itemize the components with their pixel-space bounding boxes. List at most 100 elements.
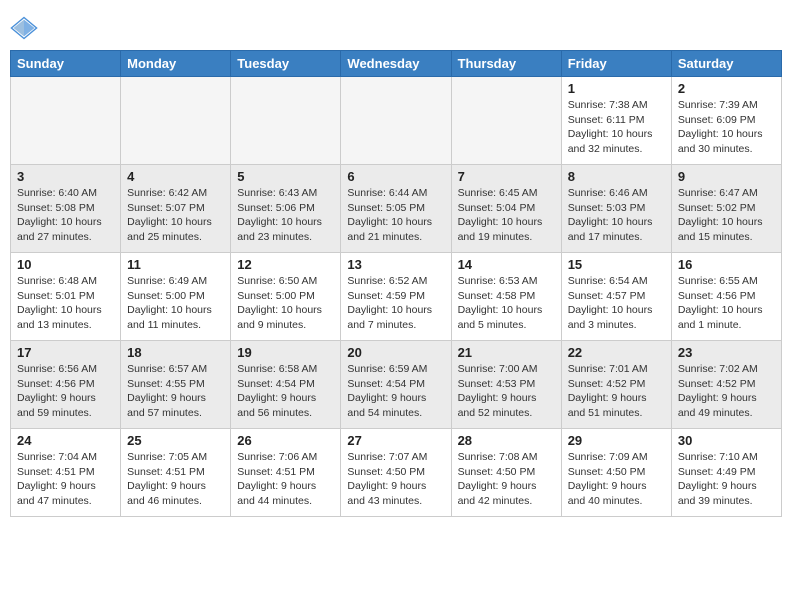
calendar-cell: 26 Sunrise: 7:06 AM Sunset: 4:51 PM Dayli…	[231, 429, 341, 517]
weekday-header-monday: Monday	[121, 51, 231, 77]
calendar-cell: 18Sunrise: 6:57 AM Sunset: 4:55 PM Dayli…	[121, 341, 231, 429]
calendar-cell: 24 Sunrise: 7:04 AM Sunset: 4:51 PM Dayli…	[11, 429, 121, 517]
calendar-cell: 15 Sunrise: 6:54 AM Sunset: 4:57 PM Dayli…	[561, 253, 671, 341]
logo	[10, 14, 42, 42]
calendar-table: SundayMondayTuesdayWednesdayThursdayFrid…	[10, 50, 782, 517]
day-number: 19	[237, 345, 334, 360]
calendar-cell: 13Sunrise: 6:52 AM Sunset: 4:59 PM Dayli…	[341, 253, 451, 341]
day-number: 18	[127, 345, 224, 360]
weekday-header-wednesday: Wednesday	[341, 51, 451, 77]
day-info: Sunrise: 6:44 AM Sunset: 5:05 PM Dayligh…	[347, 186, 444, 245]
day-number: 22	[568, 345, 665, 360]
calendar-cell: 19 Sunrise: 6:58 AM Sunset: 4:54 PM Dayli…	[231, 341, 341, 429]
day-number: 3	[17, 169, 114, 184]
day-info: Sunrise: 7:10 AM Sunset: 4:49 PM Dayligh…	[678, 450, 775, 509]
day-number: 5	[237, 169, 334, 184]
calendar-cell: 25Sunrise: 7:05 AM Sunset: 4:51 PM Dayli…	[121, 429, 231, 517]
day-number: 10	[17, 257, 114, 272]
calendar-cell: 23 Sunrise: 7:02 AM Sunset: 4:52 PM Dayli…	[671, 341, 781, 429]
day-info: Sunrise: 6:55 AM Sunset: 4:56 PM Dayligh…	[678, 274, 775, 333]
day-number: 7	[458, 169, 555, 184]
calendar-cell: 7 Sunrise: 6:45 AM Sunset: 5:04 PM Daylig…	[451, 165, 561, 253]
day-number: 17	[17, 345, 114, 360]
day-info: Sunrise: 6:46 AM Sunset: 5:03 PM Dayligh…	[568, 186, 665, 245]
calendar-cell	[341, 77, 451, 165]
calendar-cell: 16 Sunrise: 6:55 AM Sunset: 4:56 PM Dayli…	[671, 253, 781, 341]
day-number: 28	[458, 433, 555, 448]
day-info: Sunrise: 6:49 AM Sunset: 5:00 PM Dayligh…	[127, 274, 224, 333]
calendar-cell: 30 Sunrise: 7:10 AM Sunset: 4:49 PM Dayli…	[671, 429, 781, 517]
day-info: Sunrise: 7:38 AM Sunset: 6:11 PM Dayligh…	[568, 98, 665, 157]
day-info: Sunrise: 6:50 AM Sunset: 5:00 PM Dayligh…	[237, 274, 334, 333]
day-number: 12	[237, 257, 334, 272]
calendar-cell: 8 Sunrise: 6:46 AM Sunset: 5:03 PM Daylig…	[561, 165, 671, 253]
day-info: Sunrise: 7:00 AM Sunset: 4:53 PM Dayligh…	[458, 362, 555, 421]
weekday-header-row: SundayMondayTuesdayWednesdayThursdayFrid…	[11, 51, 782, 77]
day-number: 16	[678, 257, 775, 272]
weekday-header-sunday: Sunday	[11, 51, 121, 77]
calendar-cell: 28Sunrise: 7:08 AM Sunset: 4:50 PM Dayli…	[451, 429, 561, 517]
logo-icon	[10, 14, 38, 42]
day-number: 24	[17, 433, 114, 448]
day-number: 20	[347, 345, 444, 360]
weekday-header-thursday: Thursday	[451, 51, 561, 77]
day-number: 21	[458, 345, 555, 360]
calendar-week-row: 1 Sunrise: 7:38 AM Sunset: 6:11 PM Daylig…	[11, 77, 782, 165]
calendar-cell	[451, 77, 561, 165]
calendar-cell: 14 Sunrise: 6:53 AM Sunset: 4:58 PM Dayli…	[451, 253, 561, 341]
page-header	[10, 10, 782, 42]
day-info: Sunrise: 7:05 AM Sunset: 4:51 PM Dayligh…	[127, 450, 224, 509]
day-info: Sunrise: 7:04 AM Sunset: 4:51 PM Dayligh…	[17, 450, 114, 509]
weekday-header-tuesday: Tuesday	[231, 51, 341, 77]
day-info: Sunrise: 7:01 AM Sunset: 4:52 PM Dayligh…	[568, 362, 665, 421]
day-info: Sunrise: 7:39 AM Sunset: 6:09 PM Dayligh…	[678, 98, 775, 157]
day-info: Sunrise: 6:48 AM Sunset: 5:01 PM Dayligh…	[17, 274, 114, 333]
calendar-cell: 3 Sunrise: 6:40 AM Sunset: 5:08 PM Daylig…	[11, 165, 121, 253]
day-info: Sunrise: 6:59 AM Sunset: 4:54 PM Dayligh…	[347, 362, 444, 421]
calendar-cell: 9Sunrise: 6:47 AM Sunset: 5:02 PM Daylig…	[671, 165, 781, 253]
day-number: 2	[678, 81, 775, 96]
day-info: Sunrise: 6:45 AM Sunset: 5:04 PM Dayligh…	[458, 186, 555, 245]
weekday-header-saturday: Saturday	[671, 51, 781, 77]
day-number: 26	[237, 433, 334, 448]
day-info: Sunrise: 7:09 AM Sunset: 4:50 PM Dayligh…	[568, 450, 665, 509]
day-number: 29	[568, 433, 665, 448]
day-info: Sunrise: 6:53 AM Sunset: 4:58 PM Dayligh…	[458, 274, 555, 333]
day-info: Sunrise: 6:40 AM Sunset: 5:08 PM Dayligh…	[17, 186, 114, 245]
calendar-week-row: 17 Sunrise: 6:56 AM Sunset: 4:56 PM Dayli…	[11, 341, 782, 429]
calendar-week-row: 10 Sunrise: 6:48 AM Sunset: 5:01 PM Dayli…	[11, 253, 782, 341]
day-info: Sunrise: 6:47 AM Sunset: 5:02 PM Dayligh…	[678, 186, 775, 245]
day-info: Sunrise: 7:06 AM Sunset: 4:51 PM Dayligh…	[237, 450, 334, 509]
day-number: 11	[127, 257, 224, 272]
calendar-cell: 5 Sunrise: 6:43 AM Sunset: 5:06 PM Daylig…	[231, 165, 341, 253]
day-info: Sunrise: 6:43 AM Sunset: 5:06 PM Dayligh…	[237, 186, 334, 245]
day-number: 4	[127, 169, 224, 184]
calendar-cell: 1 Sunrise: 7:38 AM Sunset: 6:11 PM Daylig…	[561, 77, 671, 165]
day-info: Sunrise: 6:52 AM Sunset: 4:59 PM Dayligh…	[347, 274, 444, 333]
day-info: Sunrise: 6:56 AM Sunset: 4:56 PM Dayligh…	[17, 362, 114, 421]
calendar-week-row: 3 Sunrise: 6:40 AM Sunset: 5:08 PM Daylig…	[11, 165, 782, 253]
day-info: Sunrise: 6:54 AM Sunset: 4:57 PM Dayligh…	[568, 274, 665, 333]
calendar-cell	[231, 77, 341, 165]
weekday-header-friday: Friday	[561, 51, 671, 77]
day-number: 15	[568, 257, 665, 272]
calendar-cell: 6Sunrise: 6:44 AM Sunset: 5:05 PM Daylig…	[341, 165, 451, 253]
calendar-cell: 11 Sunrise: 6:49 AM Sunset: 5:00 PM Dayli…	[121, 253, 231, 341]
calendar-cell: 27 Sunrise: 7:07 AM Sunset: 4:50 PM Dayli…	[341, 429, 451, 517]
calendar-cell: 2 Sunrise: 7:39 AM Sunset: 6:09 PM Daylig…	[671, 77, 781, 165]
day-number: 14	[458, 257, 555, 272]
calendar-cell: 29 Sunrise: 7:09 AM Sunset: 4:50 PM Dayli…	[561, 429, 671, 517]
day-number: 23	[678, 345, 775, 360]
day-info: Sunrise: 7:07 AM Sunset: 4:50 PM Dayligh…	[347, 450, 444, 509]
calendar-cell: 4Sunrise: 6:42 AM Sunset: 5:07 PM Daylig…	[121, 165, 231, 253]
calendar-cell: 20 Sunrise: 6:59 AM Sunset: 4:54 PM Dayli…	[341, 341, 451, 429]
calendar-cell: 10 Sunrise: 6:48 AM Sunset: 5:01 PM Dayli…	[11, 253, 121, 341]
calendar-cell: 12 Sunrise: 6:50 AM Sunset: 5:00 PM Dayli…	[231, 253, 341, 341]
day-number: 30	[678, 433, 775, 448]
day-number: 27	[347, 433, 444, 448]
calendar-cell: 21 Sunrise: 7:00 AM Sunset: 4:53 PM Dayli…	[451, 341, 561, 429]
day-number: 1	[568, 81, 665, 96]
day-info: Sunrise: 6:58 AM Sunset: 4:54 PM Dayligh…	[237, 362, 334, 421]
day-number: 8	[568, 169, 665, 184]
day-info: Sunrise: 7:02 AM Sunset: 4:52 PM Dayligh…	[678, 362, 775, 421]
